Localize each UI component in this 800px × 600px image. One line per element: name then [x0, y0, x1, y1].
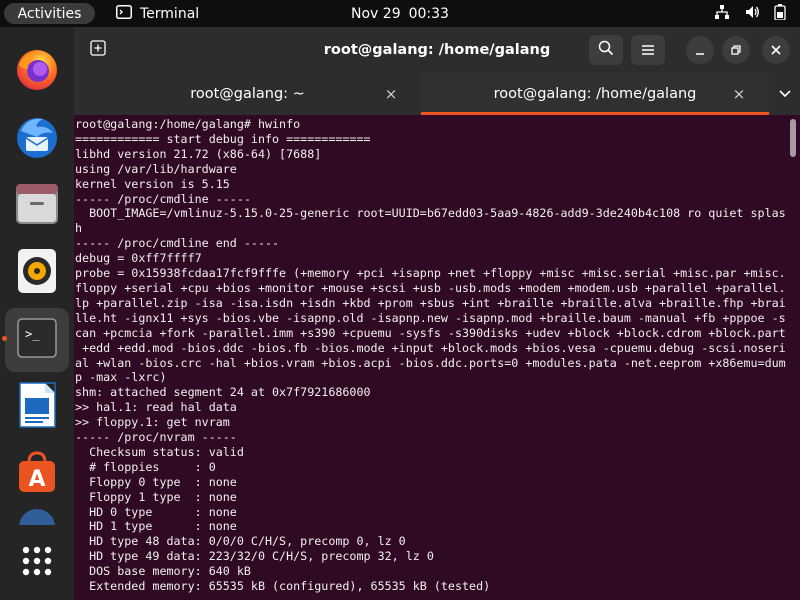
writer-icon	[17, 382, 57, 432]
grid-icon	[21, 545, 53, 581]
date-label: Nov 29	[351, 5, 401, 22]
tab-home-galang[interactable]: root@galang: /home/galang	[421, 73, 769, 115]
terminal-line: Checksum status: valid	[75, 444, 244, 459]
chevron-down-icon	[778, 86, 791, 102]
terminal-line: +edd +edd.mod -bios.ddc -bios.fb -bios.m…	[75, 340, 786, 355]
terminal-line: BOOT_IMAGE=/vmlinuz-5.15.0-25-generic ro…	[75, 206, 786, 221]
files-icon	[14, 182, 60, 230]
tab-bar: root@galang: ~ × root@galang: /home/gala…	[74, 73, 800, 115]
help-icon	[17, 509, 57, 529]
terminal-line: shm: attached segment 24 at 0x7f79216860…	[75, 385, 371, 400]
terminal-line: Extended memory: 65535 kB (configured), …	[75, 579, 491, 594]
system-tray[interactable]	[714, 0, 786, 27]
network-icon	[714, 4, 730, 24]
dock-firefox[interactable]	[5, 40, 69, 104]
dock-thunderbird[interactable]	[5, 107, 69, 171]
terminal-line: HD type 49 data: 223/32/0 C/H/S, precomp…	[75, 549, 434, 564]
terminal-line: using /var/lib/hardware	[75, 161, 237, 176]
minimize-icon	[694, 41, 706, 60]
top-bar: Activities Terminal Nov 29 00:33	[0, 0, 800, 27]
scrollbar[interactable]	[790, 119, 796, 157]
dock-writer[interactable]	[5, 375, 69, 439]
terminal-text: root@galang:/home/galang# hwinfo ========…	[75, 117, 787, 594]
terminal-window: root@galang: /home/galang root@galang: ~…	[74, 27, 800, 600]
tab-label: root@galang: ~	[190, 86, 305, 102]
terminal-line: root@galang:/home/galang# hwinfo	[75, 117, 301, 131]
terminal-line: # floppies : 0	[75, 459, 216, 474]
terminal-line: debug = 0xff7ffff7	[75, 251, 202, 266]
dock-rhythmbox[interactable]	[5, 241, 69, 305]
new-tab-icon	[90, 40, 106, 60]
tab-label: root@galang: /home/galang	[493, 86, 697, 102]
terminal-line: ----- /proc/cmdline end -----	[75, 236, 280, 251]
terminal-line: al +wlan -bios.crc -hal +bios.vram +bios…	[75, 355, 786, 370]
dock-ubuntu-software[interactable]: A	[5, 442, 69, 506]
thunderbird-icon	[13, 113, 61, 165]
terminal-icon: >_	[17, 318, 57, 362]
terminal-line: probe = 0x15938fcdaa17fcf9fffe (+memory …	[75, 266, 786, 281]
terminal-line: libhd version 21.72 (x86-64) [7688]	[75, 146, 322, 161]
terminal-line: ============ start debug info ==========…	[75, 131, 371, 146]
running-indicator	[2, 336, 7, 341]
terminal-line: p -max -lxrc)	[75, 370, 167, 385]
dock-terminal[interactable]: >_	[5, 308, 69, 372]
terminal-line: lle.ht -ignx11 +sys -bios.vbe -isapnp.ol…	[75, 310, 786, 325]
maximize-button[interactable]	[722, 36, 750, 64]
terminal-line: >> floppy.1: get nvram	[75, 415, 230, 430]
tab-list-button[interactable]	[769, 73, 800, 115]
terminal-line: can +pcmcia +fork -parallel.imm +s390 +c…	[75, 325, 786, 340]
minimize-button[interactable]	[686, 36, 714, 64]
dock-files[interactable]	[5, 174, 69, 238]
terminal-line: DOS base memory: 640 kB	[75, 564, 251, 579]
terminal-line: h	[75, 221, 83, 236]
volume-icon	[744, 4, 760, 24]
dock-help[interactable]	[5, 509, 69, 529]
tab-home[interactable]: root@galang: ~	[74, 73, 421, 115]
terminal-line: ----- /proc/cmdline -----	[75, 191, 251, 206]
tab-close-button[interactable]: ×	[381, 73, 401, 115]
search-button[interactable]	[589, 35, 623, 65]
terminal-line: HD type 48 data: 0/0/0 C/H/S, precomp 0,…	[75, 534, 406, 549]
terminal-line: lp +parallel.zip -isa -isa.isdn +isdn +k…	[75, 295, 786, 310]
svg-text:>_: >_	[25, 327, 40, 341]
rhythmbox-icon	[17, 248, 57, 298]
terminal-line: Floppy 0 type : none	[75, 474, 237, 489]
terminal-line: HD 1 type : none	[75, 519, 237, 534]
show-apps-button[interactable]	[5, 531, 69, 595]
new-tab-button[interactable]	[81, 35, 115, 65]
tab-close-button[interactable]: ×	[729, 73, 749, 115]
close-button[interactable]	[762, 36, 790, 64]
restore-icon	[730, 41, 742, 60]
hamburger-icon	[641, 41, 655, 60]
terminal-line: kernel version is 5.15	[75, 176, 230, 191]
terminal-line: >> hal.1: read hal data	[75, 400, 237, 415]
close-icon	[770, 41, 782, 60]
time-label: 00:33	[408, 5, 449, 22]
terminal-line: Floppy 1 type : none	[75, 489, 237, 504]
battery-icon	[774, 3, 786, 24]
search-icon	[598, 40, 614, 60]
terminal-line: HD 0 type : none	[75, 504, 237, 519]
dock: >_ A	[0, 27, 74, 600]
software-icon: A	[15, 450, 59, 498]
terminal-output[interactable]: root@galang:/home/galang# hwinfo ========…	[74, 115, 800, 600]
terminal-line: floppy +serial +cpu +bios +monitor +mous…	[75, 280, 786, 295]
clock[interactable]: Nov 29 00:33	[0, 0, 800, 27]
menu-button[interactable]	[631, 35, 665, 65]
firefox-icon	[14, 47, 60, 97]
svg-text:A: A	[28, 467, 45, 492]
terminal-line: ----- /proc/nvram -----	[75, 430, 237, 445]
header-bar: root@galang: /home/galang	[74, 27, 800, 73]
